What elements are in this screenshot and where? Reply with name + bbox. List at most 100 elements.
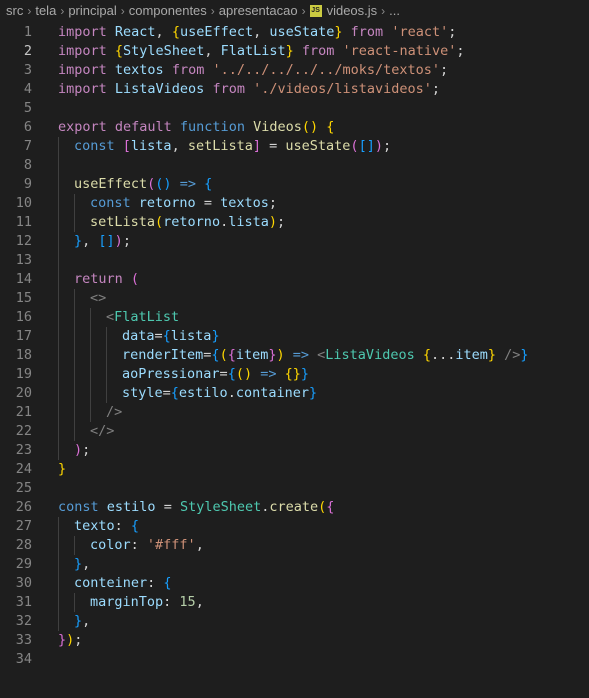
code-token: data bbox=[122, 328, 155, 344]
code-text: marginTop: 15, bbox=[90, 593, 204, 612]
code-line[interactable]: 18 renderItem={({item}) => <ListaVideos {… bbox=[0, 346, 589, 365]
code-line[interactable]: 20 style={estilo.container} bbox=[0, 384, 589, 403]
code-text: aoPressionar={() => {}} bbox=[122, 365, 309, 384]
code-line[interactable]: 22 </> bbox=[0, 422, 589, 441]
code-token: { bbox=[204, 176, 213, 192]
code-line[interactable]: 31 marginTop: 15, bbox=[0, 593, 589, 612]
code-token: { bbox=[171, 24, 180, 40]
code-line[interactable]: 28 color: '#fff', bbox=[0, 536, 589, 555]
code-token: , bbox=[82, 233, 99, 249]
breadcrumb-apresentacao[interactable]: apresentacao bbox=[219, 3, 298, 18]
code-line[interactable]: 32}, bbox=[0, 612, 589, 631]
code-token: { bbox=[170, 385, 179, 401]
code-line[interactable]: 15 <> bbox=[0, 289, 589, 308]
code-line[interactable]: 4 import ListaVideos from './videos/lista… bbox=[0, 80, 589, 99]
breadcrumb-tela[interactable]: tela bbox=[35, 3, 56, 18]
code-line[interactable]: 1 import React, {useEffect, useState} fro… bbox=[0, 23, 589, 42]
code-token: from bbox=[163, 62, 213, 78]
code-line[interactable]: 26 const estilo = StyleSheet.create({ bbox=[0, 498, 589, 517]
code-token: from bbox=[293, 43, 343, 59]
code-line[interactable]: 12}, []); bbox=[0, 232, 589, 251]
code-line[interactable]: 13 bbox=[0, 251, 589, 270]
code-line[interactable]: 27 texto: { bbox=[0, 517, 589, 536]
code-line[interactable]: 3 import textos from '../../../../../moks… bbox=[0, 61, 589, 80]
code-token: item bbox=[235, 347, 269, 363]
code-token: useEffect bbox=[179, 24, 254, 40]
code-token: lista bbox=[170, 328, 212, 344]
indent-guide bbox=[74, 593, 75, 612]
code-token: lista bbox=[228, 214, 269, 230]
code-token: } bbox=[211, 328, 220, 344]
code-token: [ bbox=[122, 138, 131, 154]
breadcrumb-more[interactable]: ... bbox=[389, 3, 400, 18]
code-line[interactable]: 8 bbox=[0, 156, 589, 175]
code-line[interactable]: 29}, bbox=[0, 555, 589, 574]
code-text: useEffect(() => { bbox=[74, 175, 212, 194]
code-token: } bbox=[309, 385, 318, 401]
code-token: ; bbox=[456, 43, 465, 59]
code-line[interactable]: 30 conteiner: { bbox=[0, 574, 589, 593]
line-number: 9 bbox=[23, 176, 32, 192]
code-text: /> bbox=[106, 403, 122, 422]
indent-guide bbox=[58, 403, 59, 422]
code-token: renderItem bbox=[122, 347, 204, 363]
code-token: 'react-native' bbox=[342, 43, 457, 59]
breadcrumb-principal[interactable]: principal bbox=[68, 3, 116, 18]
code-line[interactable]: 34 bbox=[0, 650, 589, 669]
indent-guide bbox=[58, 593, 59, 612]
code-token: , bbox=[155, 24, 172, 40]
breadcrumb-file[interactable]: videos.js bbox=[327, 3, 378, 18]
code-line[interactable]: 14 return ( bbox=[0, 270, 589, 289]
code-line[interactable]: 17 data={lista} bbox=[0, 327, 589, 346]
indent-guide bbox=[74, 308, 75, 327]
line-number: 4 bbox=[23, 81, 32, 97]
code-token: { bbox=[326, 119, 335, 135]
code-line[interactable]: 11 setLista(retorno.lista); bbox=[0, 213, 589, 232]
line-number: 23 bbox=[15, 442, 32, 458]
code-token: import bbox=[58, 43, 115, 59]
breadcrumb-src[interactable]: src bbox=[6, 3, 23, 18]
indent-guide bbox=[74, 327, 75, 346]
code-token: ) bbox=[114, 233, 123, 249]
code-token: = bbox=[154, 328, 163, 344]
code-token: from bbox=[204, 81, 254, 97]
code-line[interactable]: 2 import {StyleSheet, FlatList} from 'rea… bbox=[0, 42, 589, 61]
code-token: Videos bbox=[253, 119, 302, 135]
code-line[interactable]: 25 bbox=[0, 479, 589, 498]
code-line[interactable]: 16 <FlatList bbox=[0, 308, 589, 327]
code-line[interactable]: 33}); bbox=[0, 631, 589, 650]
code-token: } bbox=[285, 43, 294, 59]
code-line[interactable]: 23); bbox=[0, 441, 589, 460]
code-line[interactable]: 9 useEffect(() => { bbox=[0, 175, 589, 194]
code-line[interactable]: 24} bbox=[0, 460, 589, 479]
code-line[interactable]: 5 bbox=[0, 99, 589, 118]
code-token: , bbox=[253, 24, 270, 40]
code-line[interactable]: 6 export default function Videos() { bbox=[0, 118, 589, 137]
code-token: { bbox=[211, 347, 220, 363]
code-token: textos bbox=[114, 62, 164, 78]
line-number: 26 bbox=[15, 499, 32, 515]
code-token: ( bbox=[350, 138, 359, 154]
line-number: 24 bbox=[15, 461, 32, 477]
indent-guide bbox=[58, 289, 59, 308]
code-token: ; bbox=[431, 81, 441, 97]
line-number: 1 bbox=[23, 24, 32, 40]
code-token: texto bbox=[74, 518, 115, 534]
indent-guide bbox=[58, 422, 59, 441]
code-line[interactable]: 21 /> bbox=[0, 403, 589, 422]
breadcrumb-componentes[interactable]: componentes bbox=[129, 3, 207, 18]
code-token: } bbox=[74, 613, 83, 629]
indent-guide bbox=[58, 555, 59, 574]
line-number: 18 bbox=[15, 347, 32, 363]
code-token: ; bbox=[277, 214, 286, 230]
indent-guide bbox=[106, 346, 107, 365]
code-editor[interactable]: 1 import React, {useEffect, useState} fro… bbox=[0, 23, 589, 669]
code-token: FlatList bbox=[220, 43, 286, 59]
code-token: import bbox=[58, 81, 115, 97]
code-token: ; bbox=[440, 62, 449, 78]
code-line[interactable]: 10 const retorno = textos; bbox=[0, 194, 589, 213]
code-line[interactable]: 19 aoPressionar={() => {}} bbox=[0, 365, 589, 384]
code-line[interactable]: 7 const [lista, setLista] = useState([]); bbox=[0, 137, 589, 156]
indent-guide bbox=[90, 327, 91, 346]
code-text: }, []); bbox=[74, 232, 131, 251]
